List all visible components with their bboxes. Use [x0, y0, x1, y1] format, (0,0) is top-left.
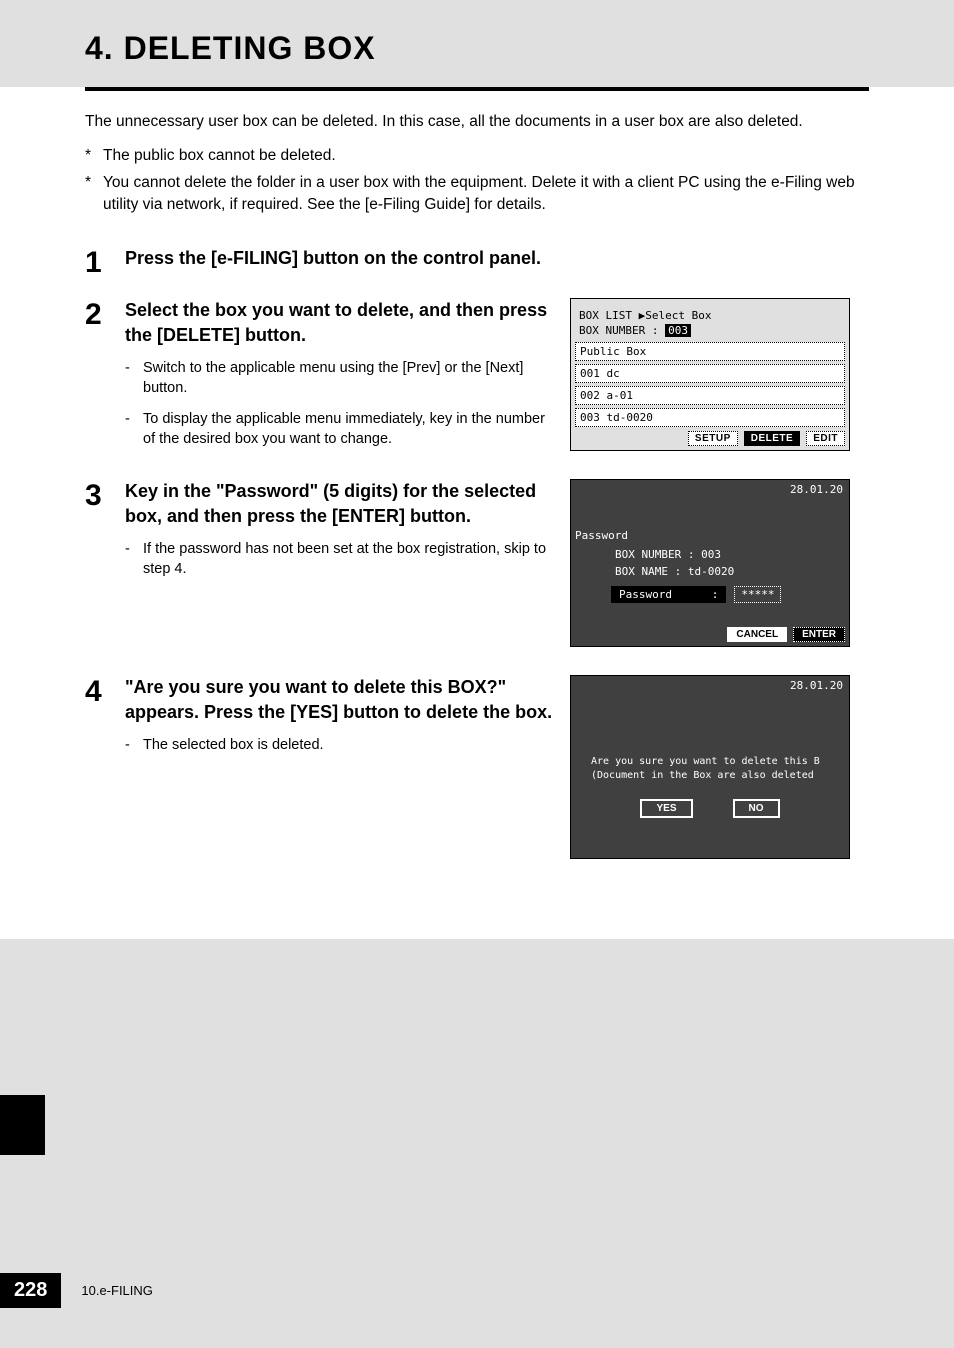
no-button[interactable]: NO: [733, 799, 780, 818]
setup-button[interactable]: SETUP: [688, 431, 738, 446]
screen-header: BOX LIST ▶Select Box: [575, 309, 845, 324]
cancel-button[interactable]: CANCEL: [727, 627, 787, 642]
boxnumber-info: BOX NUMBER : 003: [611, 546, 849, 563]
edit-button[interactable]: EDIT: [806, 431, 845, 446]
step-sub: - If the password has not been set at th…: [125, 539, 558, 580]
step-sub: - The selected box is deleted.: [125, 735, 558, 755]
side-tab: [0, 1095, 45, 1155]
step-sub-text: The selected box is deleted.: [143, 735, 324, 755]
screen-password: 28.01.20 Password BOX NUMBER : 003 BOX N…: [570, 479, 850, 647]
footer-section: 10.e-FILING: [81, 1283, 153, 1298]
password-input[interactable]: *****: [734, 586, 781, 603]
screen-boxlist: BOX LIST ▶Select Box BOX NUMBER : 003 Pu…: [570, 298, 850, 451]
step-sub-text: Switch to the applicable menu using the …: [143, 358, 558, 399]
step-number: 4: [85, 677, 125, 707]
list-item-002[interactable]: 002 a-01: [575, 386, 845, 405]
step-sub: - Switch to the applicable menu using th…: [125, 358, 558, 399]
screen-date: 28.01.20: [571, 676, 849, 695]
dash-icon: -: [125, 409, 143, 450]
list-item-public[interactable]: Public Box: [575, 342, 845, 361]
delete-button[interactable]: DELETE: [744, 431, 800, 446]
screen-confirm: 28.01.20 Are you sure you want to delete…: [570, 675, 850, 859]
step-title: Press the [e-FILING] button on the contr…: [125, 246, 558, 271]
page-title: 4. DELETING BOX: [0, 0, 954, 87]
yes-button[interactable]: YES: [640, 799, 692, 818]
screen-label: Password: [571, 499, 849, 546]
note-item: * The public box cannot be deleted.: [85, 145, 869, 167]
note-item: * You cannot delete the folder in a user…: [85, 172, 869, 215]
enter-button[interactable]: ENTER: [793, 627, 845, 642]
step-4: 4 "Are you sure you want to delete this …: [85, 675, 869, 859]
asterisk-icon: *: [85, 172, 103, 215]
note-text: The public box cannot be deleted.: [103, 145, 336, 167]
intro-text: The unnecessary user box can be deleted.…: [85, 111, 869, 133]
screen-date: 28.01.20: [571, 480, 849, 499]
step-2: 2 Select the box you want to delete, and…: [85, 298, 869, 451]
dash-icon: -: [125, 735, 143, 755]
password-label: Password :: [611, 586, 726, 603]
boxnumber-value: 003: [665, 324, 691, 337]
step-3: 3 Key in the "Password" (5 digits) for t…: [85, 479, 869, 647]
confirm-msg-2: (Document in the Box are also deleted: [591, 769, 829, 783]
step-number: 3: [85, 481, 125, 511]
list-item-003[interactable]: 003 td-0020: [575, 408, 845, 427]
asterisk-icon: *: [85, 145, 103, 167]
step-number: 2: [85, 300, 125, 330]
page-footer: 228 10.e-FILING: [0, 1273, 153, 1308]
divider: [85, 87, 869, 91]
step-sub: - To display the applicable menu immedia…: [125, 409, 558, 450]
confirm-msg-1: Are you sure you want to delete this B: [591, 755, 829, 769]
notes-list: * The public box cannot be deleted. * Yo…: [85, 145, 869, 216]
boxnumber-label: BOX NUMBER :: [579, 324, 658, 337]
step-title: Key in the "Password" (5 digits) for the…: [125, 479, 558, 529]
screen-boxnumber: BOX NUMBER : 003: [575, 324, 845, 339]
step-title: "Are you sure you want to delete this BO…: [125, 675, 558, 725]
step-1: 1 Press the [e-FILING] button on the con…: [85, 246, 869, 278]
page-number: 228: [0, 1273, 61, 1308]
boxname-info: BOX NAME : td-0020: [611, 563, 849, 580]
dash-icon: -: [125, 539, 143, 580]
step-number: 1: [85, 248, 125, 278]
list-item-001[interactable]: 001 dc: [575, 364, 845, 383]
step-sub-text: To display the applicable menu immediate…: [143, 409, 558, 450]
step-sub-text: If the password has not been set at the …: [143, 539, 558, 580]
note-text: You cannot delete the folder in a user b…: [103, 172, 869, 215]
dash-icon: -: [125, 358, 143, 399]
step-title: Select the box you want to delete, and t…: [125, 298, 558, 348]
